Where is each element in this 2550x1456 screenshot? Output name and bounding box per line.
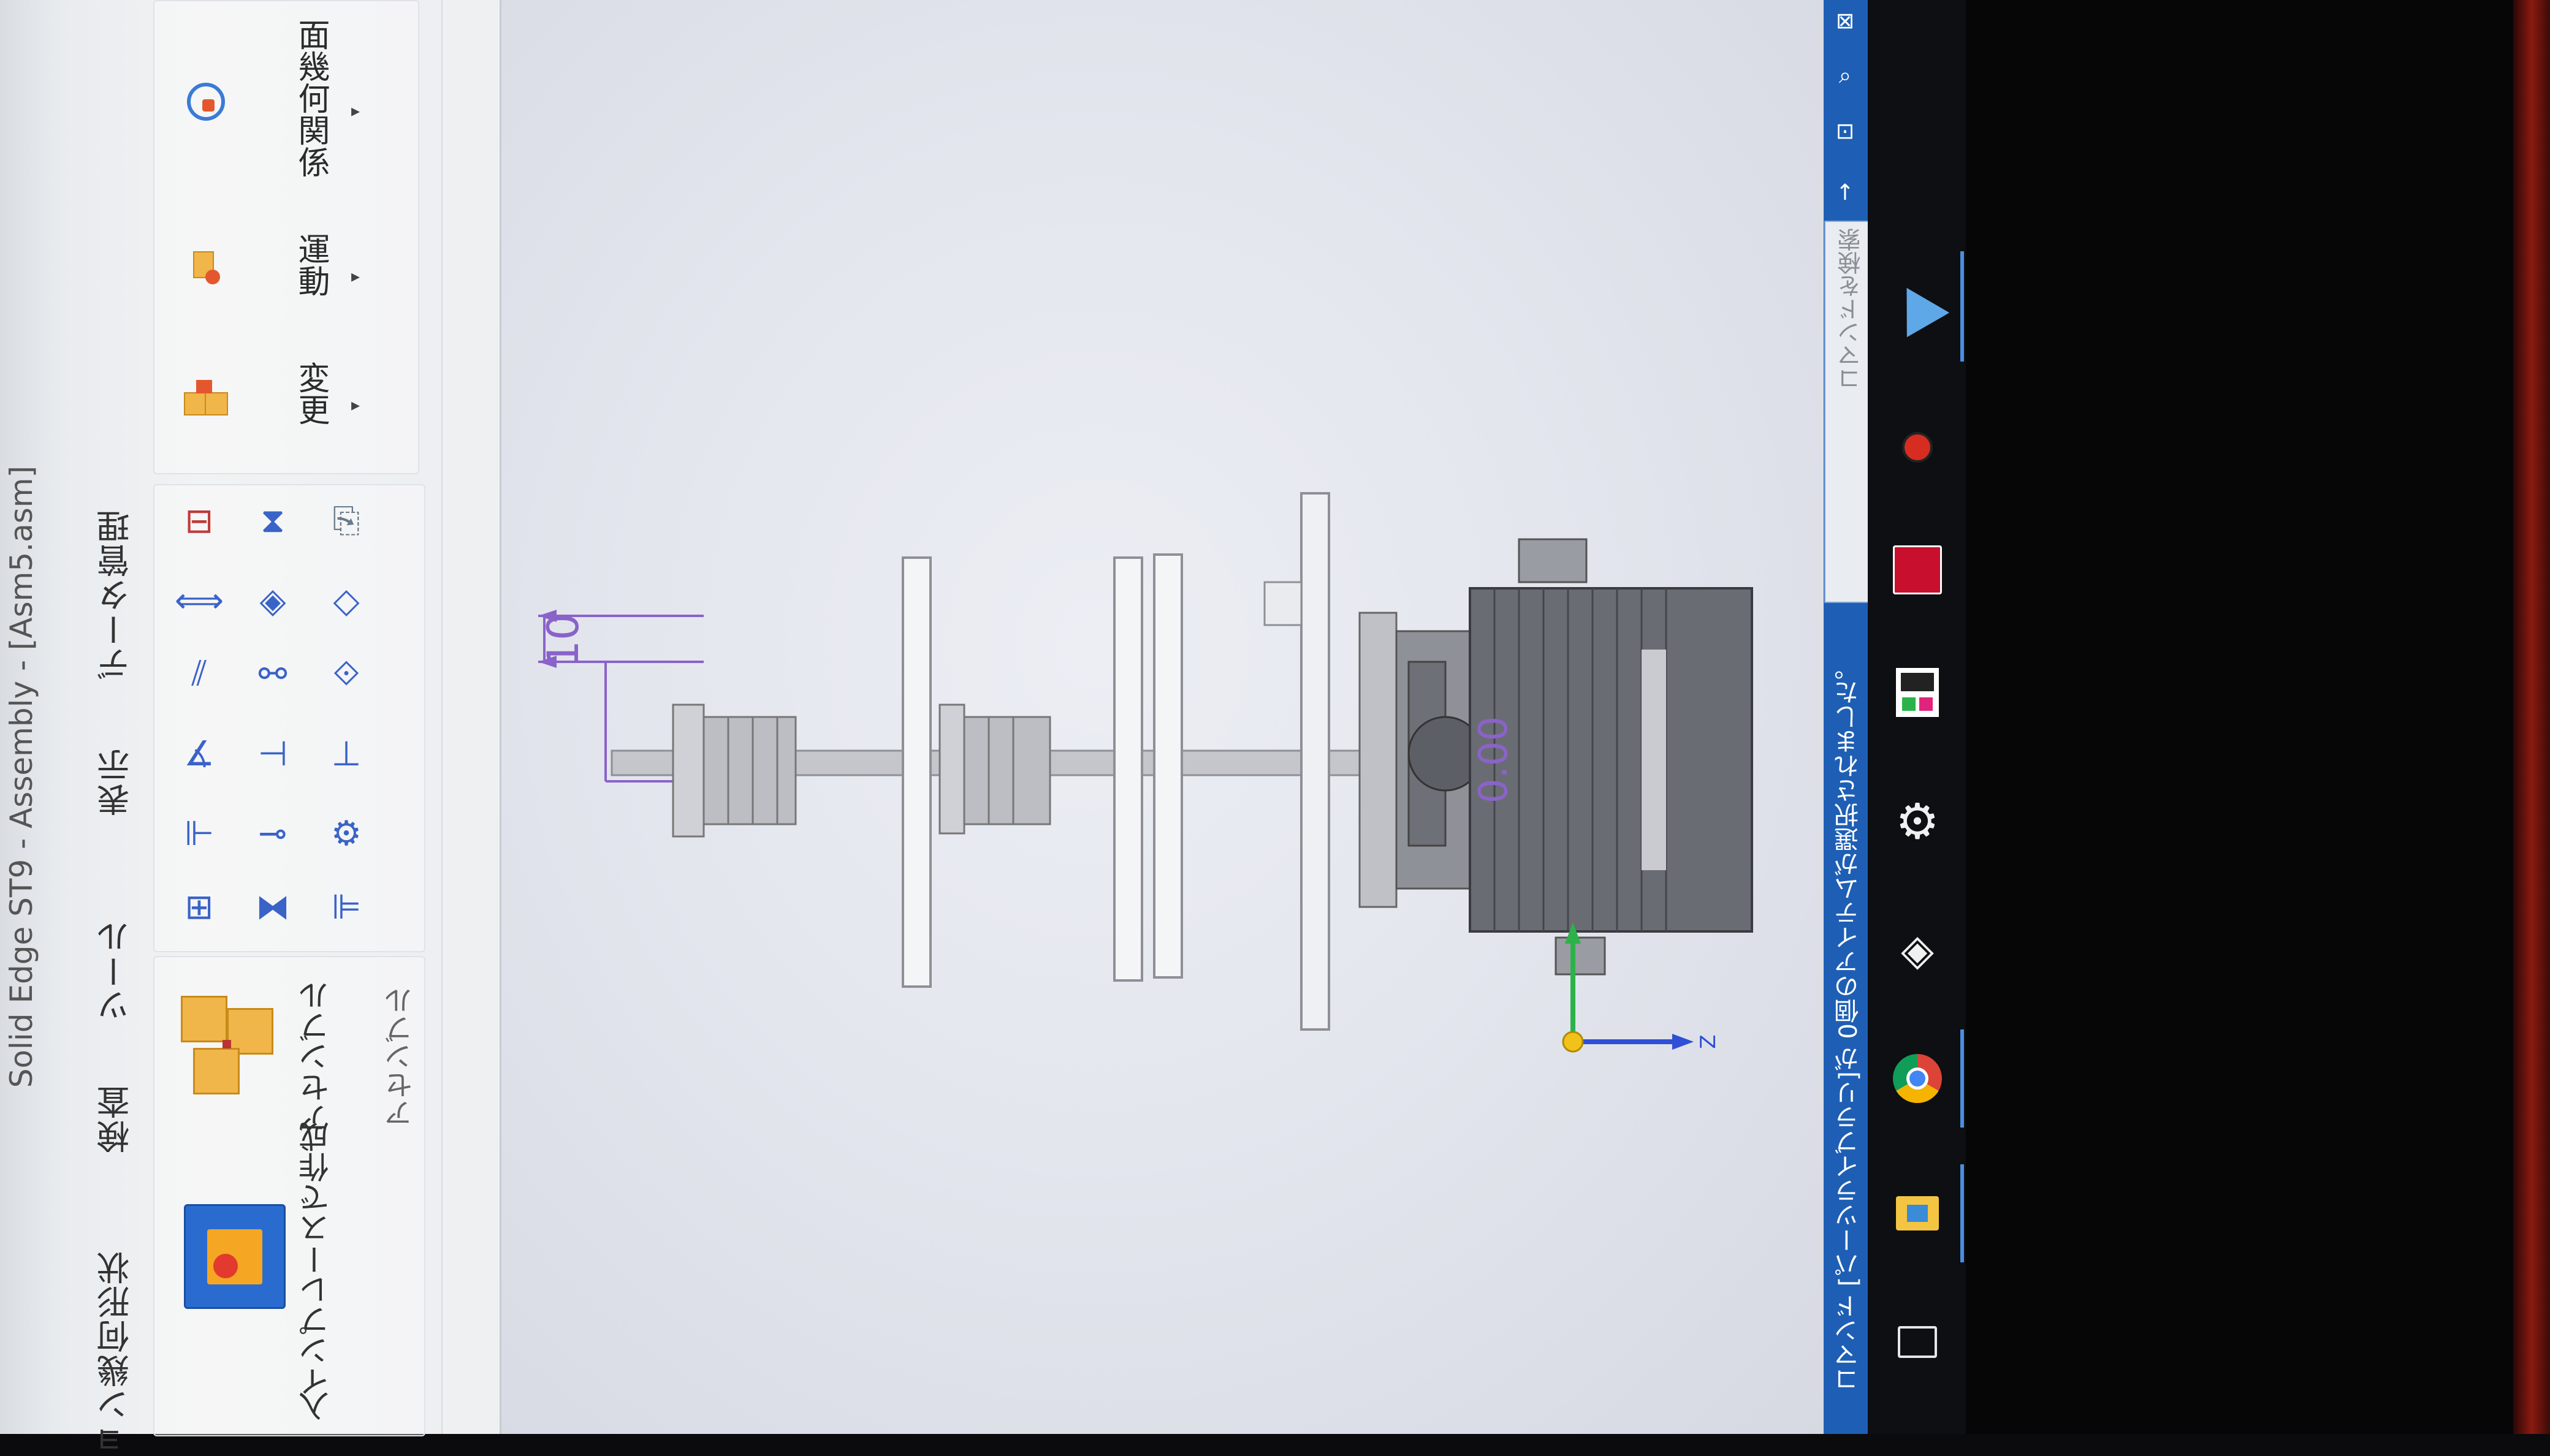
command-search-placeholder: コマンドを検索: [1838, 228, 1865, 391]
face-relate-icon[interactable]: [178, 74, 233, 129]
plate-2[interactable]: [1113, 556, 1143, 982]
tab-data-management[interactable]: データ管理: [92, 509, 140, 680]
settings-gear-icon[interactable]: ⚙: [1887, 791, 1948, 852]
relation-cam-icon[interactable]: ⫽: [178, 650, 221, 699]
tab-ribbon-geometry[interactable]: ョン幾何形状: [92, 1250, 140, 1456]
tab-tools[interactable]: ツール: [92, 919, 140, 1022]
relation-parallel-icon[interactable]: ⊣: [251, 729, 294, 778]
create-inplace-button[interactable]: [184, 1204, 286, 1309]
assembly-view[interactable]: 10 0.00 Z: [501, 0, 1825, 1434]
view-cube-icon[interactable]: ⊠: [1830, 6, 1860, 36]
bracket[interactable]: [1263, 581, 1303, 626]
motion-dropdown-icon[interactable]: ▸: [343, 264, 368, 288]
modify-label[interactable]: 変更: [288, 362, 334, 425]
ribbon: Solid Edge ST9 - Assembly - [Asm5.asm] ョ…: [0, 0, 502, 1456]
create-inplace-label[interactable]: インプレースで作成: [294, 1121, 338, 1397]
modify-dropdown-icon[interactable]: ▸: [343, 392, 368, 417]
relation-center-plane-icon[interactable]: ⟺: [175, 576, 224, 625]
zoom-area-icon[interactable]: ⊡: [1830, 116, 1860, 146]
face-relate-label[interactable]: 面幾何関係: [288, 18, 334, 178]
tab-view[interactable]: 表示: [92, 748, 140, 816]
hub-2[interactable]: [938, 703, 1051, 835]
relation-gear-icon[interactable]: ⚙: [325, 809, 368, 858]
relation-tangent-icon[interactable]: ⊥: [325, 729, 368, 778]
axis-z-label: Z: [1696, 1034, 1721, 1048]
motion-label[interactable]: 運動: [288, 233, 334, 297]
relation-planar-align-icon[interactable]: ⊫: [325, 882, 368, 931]
modify-icon[interactable]: [178, 374, 233, 429]
relation-mate-icon[interactable]: ⧓: [251, 882, 294, 931]
relation-rigid-set-icon[interactable]: ⟐: [325, 650, 368, 699]
bird-app-active-indicator: [1960, 251, 1964, 362]
file-explorer-active-indicator: [1960, 1164, 1964, 1262]
task-view-icon[interactable]: [1887, 1311, 1948, 1373]
plate-3[interactable]: [1153, 553, 1183, 979]
proxy-app-icon[interactable]: [1887, 662, 1948, 723]
face-relate-dropdown-icon[interactable]: ▸: [343, 98, 368, 123]
graphics-window[interactable]: 10 0.00 Z: [500, 0, 1825, 1434]
chrome-icon[interactable]: [1887, 1048, 1948, 1109]
zoom-icon[interactable]: ⌕: [1830, 61, 1860, 91]
status-message: コマンド [パーツライブラリ]が 0個のアイテムが選択されました。: [1835, 656, 1863, 1393]
relation-flip-icon[interactable]: ◇: [325, 576, 368, 625]
assemble-group-label: アセンブル: [384, 987, 417, 1128]
fit-view-icon[interactable]: ↑: [1830, 178, 1860, 207]
hub-1[interactable]: [672, 703, 797, 838]
relation-axial-align-icon[interactable]: ⊩: [178, 809, 221, 858]
fox-app-icon[interactable]: ◈: [1887, 919, 1948, 980]
relation-insert-icon[interactable]: ⊞: [178, 882, 221, 931]
relation-capture-icon[interactable]: ⧗: [251, 496, 294, 545]
relation-angle-icon[interactable]: ∡: [178, 729, 221, 778]
assemble-icon: [175, 990, 279, 1094]
tab-inspect[interactable]: 検査: [92, 1085, 140, 1153]
plate-1[interactable]: [902, 556, 932, 988]
ribbon-edge: [441, 0, 501, 1434]
monitor-bezel: [1966, 0, 2550, 1434]
motion-icon[interactable]: [178, 239, 233, 294]
ladybug-app-icon[interactable]: [1887, 417, 1948, 478]
bird-app-icon[interactable]: [1885, 275, 1950, 338]
plate-4[interactable]: [1300, 492, 1330, 1031]
assemble-label[interactable]: アセンブル: [294, 980, 338, 1134]
motor-center-label: 0.00: [1471, 716, 1517, 804]
window-title: Solid Edge ST9 - Assembly - [Asm5.asm]: [4, 466, 39, 1088]
file-explorer-icon[interactable]: [1887, 1183, 1948, 1244]
status-bar: コマンド [パーツライブラリ]が 0個のアイテムが選択されました。: [1824, 0, 1868, 1434]
create-inplace-icon: [207, 1229, 262, 1284]
relation-manager-icon[interactable]: ⎘: [325, 496, 368, 545]
command-search-input[interactable]: コマンドを検索: [1824, 221, 1870, 603]
chrome-active-indicator: [1960, 1029, 1964, 1128]
relation-connect-icon[interactable]: ⊸: [251, 809, 294, 858]
assemble-button[interactable]: [172, 987, 282, 1097]
bezel-red-glow: [2513, 0, 2550, 1434]
cs-eagle-app-icon[interactable]: [1887, 539, 1948, 601]
dimension-value: 10: [538, 613, 588, 667]
relation-path-icon[interactable]: ◈: [251, 576, 294, 625]
relation-group-icon[interactable]: ⚯: [251, 650, 294, 699]
relation-show-icon[interactable]: ⊟: [178, 496, 221, 545]
